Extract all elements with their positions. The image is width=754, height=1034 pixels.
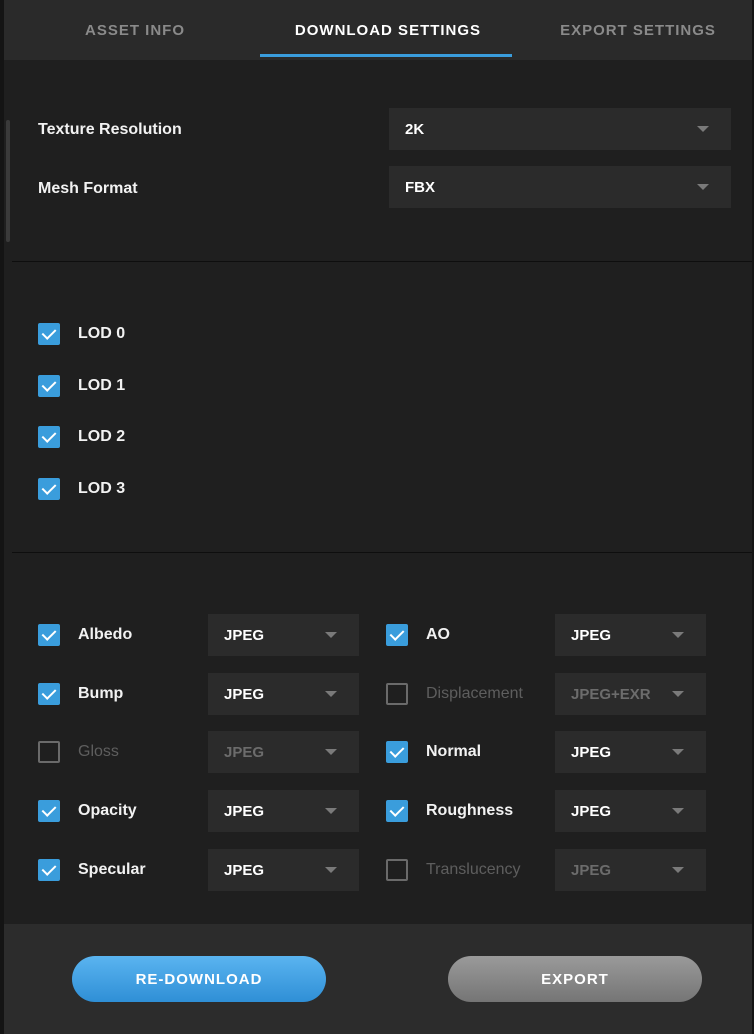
active-tab-indicator <box>260 54 512 57</box>
map-checkbox[interactable] <box>386 800 408 822</box>
mesh-format-value: FBX <box>405 178 435 196</box>
map-format-select[interactable]: JPEG <box>208 849 359 891</box>
chevron-down-icon <box>697 126 709 132</box>
map-format-value: JPEG <box>224 626 265 644</box>
map-label: Normal <box>426 743 482 760</box>
map-format-select[interactable]: JPEG <box>555 790 706 832</box>
map-label: Bump <box>78 685 124 702</box>
map-checkbox[interactable] <box>386 859 408 881</box>
map-label: Translucency <box>426 861 521 878</box>
map-label: Displacement <box>426 685 523 702</box>
chevron-down-icon <box>325 632 337 638</box>
lod-label: LOD 1 <box>78 377 126 394</box>
lod-checkbox[interactable] <box>38 426 60 448</box>
map-checkbox[interactable] <box>386 683 408 705</box>
map-format-value: JPEG+EXR <box>571 685 651 703</box>
tab-download-settings[interactable]: DOWNLOAD SETTINGS <box>262 0 514 60</box>
map-format-select[interactable]: JPEG+EXR <box>555 673 706 715</box>
chevron-down-icon <box>325 808 337 814</box>
map-label: Albedo <box>78 626 133 643</box>
mesh-format-label: Mesh Format <box>38 180 138 197</box>
map-checkbox[interactable] <box>386 624 408 646</box>
map-format-value: JPEG <box>224 685 265 703</box>
map-checkbox[interactable] <box>38 624 60 646</box>
chevron-down-icon <box>672 749 684 755</box>
re-download-button[interactable]: RE-DOWNLOAD <box>72 956 326 1002</box>
chevron-down-icon <box>697 184 709 190</box>
scrollbar-thumb[interactable] <box>6 120 10 242</box>
map-format-value: JPEG <box>224 802 265 820</box>
chevron-down-icon <box>672 808 684 814</box>
map-checkbox[interactable] <box>38 800 60 822</box>
map-format-value: JPEG <box>571 861 612 879</box>
map-format-value: JPEG <box>571 743 612 761</box>
texture-resolution-value: 2K <box>405 120 425 138</box>
map-format-value: JPEG <box>224 743 265 761</box>
lod-label: LOD 2 <box>78 428 126 445</box>
chevron-down-icon <box>672 691 684 697</box>
map-format-select[interactable]: JPEG <box>208 673 359 715</box>
map-label: AO <box>426 626 450 643</box>
chevron-down-icon <box>325 749 337 755</box>
map-label: Specular <box>78 861 146 878</box>
lod-label: LOD 3 <box>78 480 126 497</box>
map-checkbox[interactable] <box>386 741 408 763</box>
texture-resolution-label: Texture Resolution <box>38 121 182 138</box>
mesh-format-select[interactable]: FBX <box>389 166 731 208</box>
texture-resolution-select[interactable]: 2K <box>389 108 731 150</box>
lod-checkbox[interactable] <box>38 323 60 345</box>
map-format-select[interactable]: JPEG <box>208 731 359 773</box>
section-divider <box>12 261 752 262</box>
chevron-down-icon <box>325 867 337 873</box>
tab-bar: ASSET INFO DOWNLOAD SETTINGS EXPORT SETT… <box>4 0 752 60</box>
map-checkbox[interactable] <box>38 741 60 763</box>
map-format-value: JPEG <box>571 626 612 644</box>
export-button[interactable]: EXPORT <box>448 956 702 1002</box>
map-label: Opacity <box>78 802 137 819</box>
map-format-value: JPEG <box>224 861 265 879</box>
chevron-down-icon <box>672 632 684 638</box>
section-divider <box>12 552 752 553</box>
map-format-select[interactable]: JPEG <box>555 731 706 773</box>
map-format-select[interactable]: JPEG <box>208 790 359 832</box>
map-checkbox[interactable] <box>38 683 60 705</box>
map-format-select[interactable]: JPEG <box>555 849 706 891</box>
tab-asset-info[interactable]: ASSET INFO <box>4 0 266 60</box>
chevron-down-icon <box>325 691 337 697</box>
lod-checkbox[interactable] <box>38 375 60 397</box>
tab-export-settings[interactable]: EXPORT SETTINGS <box>514 0 754 60</box>
chevron-down-icon <box>672 867 684 873</box>
map-checkbox[interactable] <box>38 859 60 881</box>
map-format-select[interactable]: JPEG <box>208 614 359 656</box>
map-format-select[interactable]: JPEG <box>555 614 706 656</box>
map-label: Roughness <box>426 802 514 819</box>
lod-checkbox[interactable] <box>38 478 60 500</box>
lod-label: LOD 0 <box>78 325 126 342</box>
map-format-value: JPEG <box>571 802 612 820</box>
map-label: Gloss <box>78 743 119 760</box>
